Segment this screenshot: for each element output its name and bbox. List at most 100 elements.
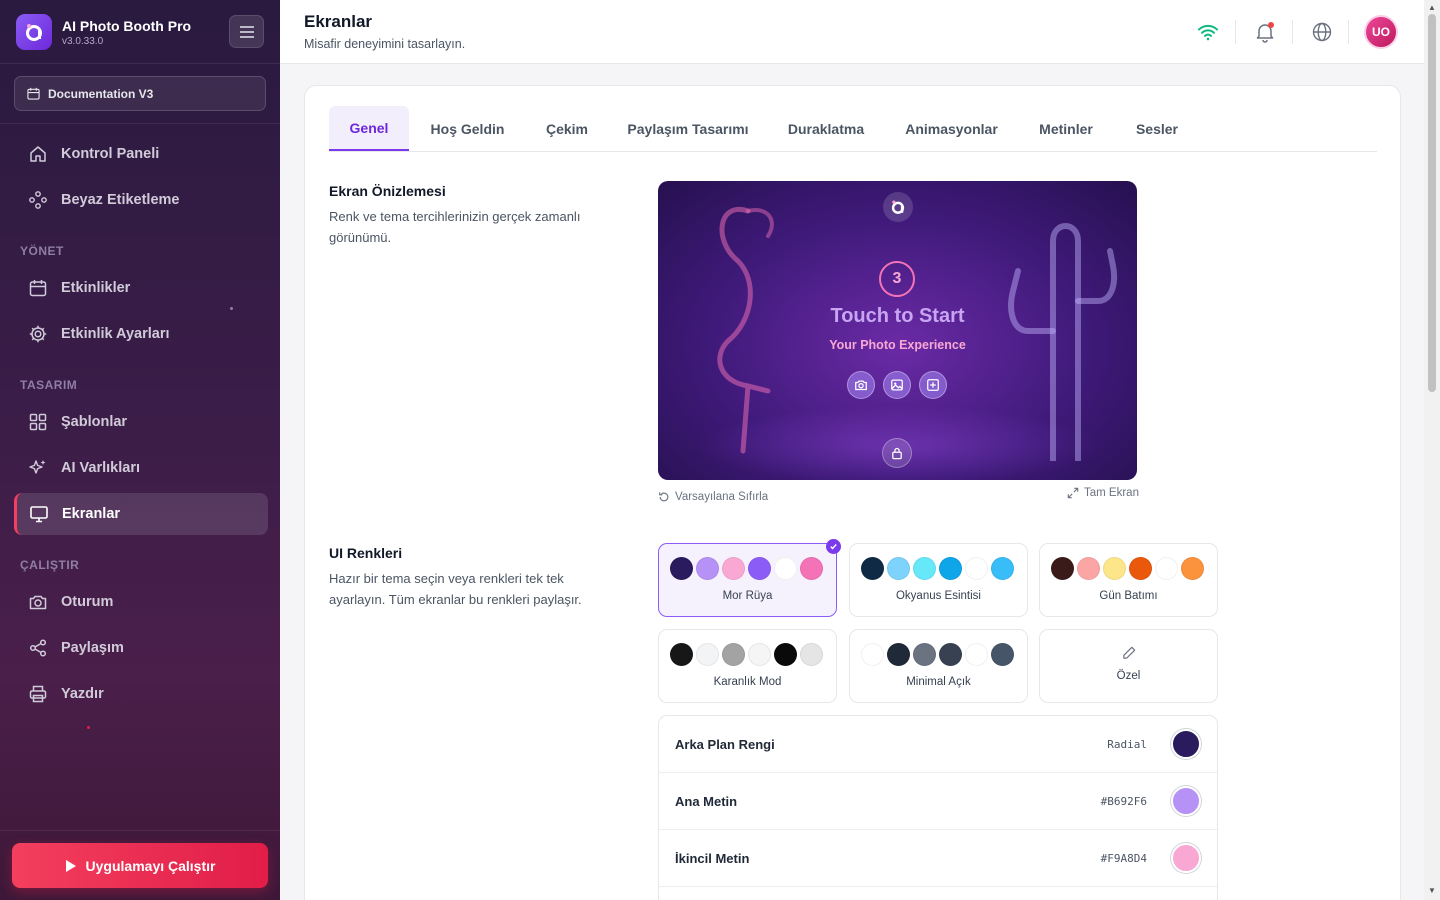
- nav-item-label: Ekranlar: [62, 506, 121, 522]
- preview-lock-button[interactable]: [882, 438, 912, 468]
- plus-square-icon: [927, 379, 939, 391]
- divider: [1348, 20, 1349, 44]
- reset-icon: [659, 492, 669, 502]
- color-picker-swatch[interactable]: [1171, 729, 1201, 759]
- color-picker-swatch[interactable]: [1171, 843, 1201, 873]
- color-swatch: [670, 557, 693, 580]
- user-avatar[interactable]: UO: [1364, 15, 1398, 49]
- tab-general[interactable]: Genel: [329, 106, 409, 151]
- divider: [0, 830, 280, 831]
- color-swatch: [748, 557, 771, 580]
- color-settings-list: Arka Plan Rengi Radial Ana Metin #B692F6…: [658, 715, 1218, 900]
- tab-welcome[interactable]: Hoş Geldin: [421, 106, 514, 151]
- nav-item-templates[interactable]: Şablonlar: [14, 401, 268, 443]
- preview-countdown: 3: [879, 261, 915, 297]
- decorative-dot: [230, 307, 233, 310]
- sidebar: AI Photo Booth Pro v3.0.33.0 Documentati…: [0, 0, 280, 900]
- nav-item-sharing[interactable]: Paylaşım: [14, 627, 268, 669]
- nav-item-label: Beyaz Etiketleme: [61, 192, 180, 208]
- color-row-value: #B692F6: [1100, 795, 1147, 808]
- theme-card-okyanus-esintisi[interactable]: Okyanus Esintisi: [849, 543, 1028, 617]
- color-swatch: [991, 557, 1014, 580]
- color-swatch: [965, 557, 988, 580]
- theme-card-minimal-acik[interactable]: Minimal Açık: [849, 629, 1028, 703]
- monitor-icon: [30, 506, 48, 523]
- color-swatch: [965, 643, 988, 666]
- theme-name: Okyanus Esintisi: [895, 590, 981, 602]
- color-swatch: [696, 557, 719, 580]
- nav-item-label: Kontrol Paneli: [61, 146, 160, 162]
- preview-subheadline: Your Photo Experience: [829, 338, 966, 352]
- theme-card-gun-batimi[interactable]: Gün Batımı: [1039, 543, 1218, 617]
- color-swatch: [887, 643, 910, 666]
- run-app-button[interactable]: Uygulamayı Çalıştır: [12, 843, 268, 888]
- color-swatch: [913, 643, 936, 666]
- preview-gallery-button[interactable]: [883, 371, 911, 399]
- screen-preview[interactable]: 3 Touch to Start Your Photo Experience: [658, 181, 1137, 480]
- document-selector[interactable]: Documentation V3: [14, 76, 266, 111]
- color-swatch: [913, 557, 936, 580]
- color-row-label: Ana Metin: [675, 794, 738, 809]
- color-row-label: İkincil Metin: [675, 851, 750, 866]
- screens-settings-card: Genel Hoş Geldin Çekim Paylaşım Tasarımı…: [304, 85, 1401, 900]
- scrollbar-thumb[interactable]: [1428, 14, 1436, 392]
- home-icon: [30, 146, 46, 162]
- color-row-primary-text[interactable]: Ana Metin #B692F6: [659, 773, 1217, 830]
- fullscreen-link[interactable]: Tam Ekran: [1067, 487, 1139, 499]
- theme-name: Mor Rüya: [722, 590, 773, 602]
- scroll-down-icon[interactable]: ▼: [1427, 886, 1437, 896]
- theme-card-mor-ruya[interactable]: Mor Rüya: [658, 539, 841, 617]
- nav-item-label: Etkinlikler: [61, 280, 131, 296]
- reset-defaults-link[interactable]: Varsayılana Sıfırla: [658, 491, 768, 503]
- section-header-run: ÇALIŞTIR: [20, 558, 80, 572]
- tab-capture[interactable]: Çekim: [533, 106, 601, 151]
- nav-item-white-label[interactable]: Beyaz Etiketleme: [14, 179, 268, 221]
- nav-item-dashboard[interactable]: Kontrol Paneli: [14, 133, 268, 175]
- nav-item-screens[interactable]: Ekranlar: [14, 493, 268, 535]
- image-icon: [891, 379, 903, 391]
- menu-toggle-button[interactable]: [229, 15, 264, 48]
- tab-pause[interactable]: Duraklatma: [779, 106, 873, 151]
- nav-item-events[interactable]: Etkinlikler: [14, 267, 268, 309]
- expand-icon: [1067, 487, 1079, 499]
- divider: [0, 63, 280, 64]
- tab-texts[interactable]: Metinler: [1031, 106, 1101, 151]
- page-scrollbar[interactable]: ▲ ▼: [1424, 0, 1440, 900]
- nav-item-event-settings[interactable]: Etkinlik Ayarları: [14, 313, 268, 355]
- color-swatch: [670, 643, 693, 666]
- theme-card-karanlik-mod[interactable]: Karanlık Mod: [658, 629, 837, 703]
- scroll-up-icon[interactable]: ▲: [1427, 3, 1437, 13]
- nav-item-print[interactable]: Yazdır: [14, 673, 268, 715]
- theme-swatches: [861, 557, 1017, 580]
- theme-swatches: [1051, 557, 1207, 580]
- sparkles-icon: [29, 460, 46, 474]
- tab-animations[interactable]: Animasyonlar: [899, 106, 1004, 151]
- reset-defaults-label: Varsayılana Sıfırla: [675, 491, 769, 503]
- brand: AI Photo Booth Pro v3.0.33.0: [16, 14, 191, 50]
- globe-icon[interactable]: [1310, 20, 1334, 44]
- color-row-label: Arka Plan Rengi: [675, 737, 775, 752]
- gear-icon: [29, 325, 47, 343]
- color-picker-swatch[interactable]: [1171, 786, 1201, 816]
- tab-sounds[interactable]: Sesler: [1127, 106, 1187, 151]
- section-header-manage: YÖNET: [20, 244, 64, 258]
- nav-item-session[interactable]: Oturum: [14, 581, 268, 623]
- color-swatch: [1103, 557, 1126, 580]
- color-row-value: Radial: [1107, 738, 1147, 751]
- ui-colors-section-title: UI Renkleri: [329, 545, 403, 561]
- tab-share-design[interactable]: Paylaşım Tasarımı: [623, 106, 753, 151]
- top-header: Ekranlar Misafir deneyimini tasarlayın. …: [280, 0, 1424, 64]
- color-row-secondary-text[interactable]: İkincil Metin #F9A8D4: [659, 830, 1217, 887]
- color-row-background[interactable]: Arka Plan Rengi Radial: [659, 716, 1217, 773]
- divider: [1235, 20, 1236, 44]
- wifi-icon[interactable]: [1196, 20, 1220, 44]
- camera-icon: [29, 595, 47, 610]
- preview-camera-button[interactable]: [847, 371, 875, 399]
- document-selector-label: Documentation V3: [48, 86, 154, 101]
- theme-card-custom[interactable]: Özel: [1039, 629, 1218, 703]
- nav-item-ai-assets[interactable]: AI Varlıkları: [14, 447, 268, 489]
- color-row-value: #F9A8D4: [1100, 852, 1147, 865]
- bell-icon[interactable]: [1253, 20, 1277, 44]
- color-swatch: [722, 557, 745, 580]
- preview-add-button[interactable]: [919, 371, 947, 399]
